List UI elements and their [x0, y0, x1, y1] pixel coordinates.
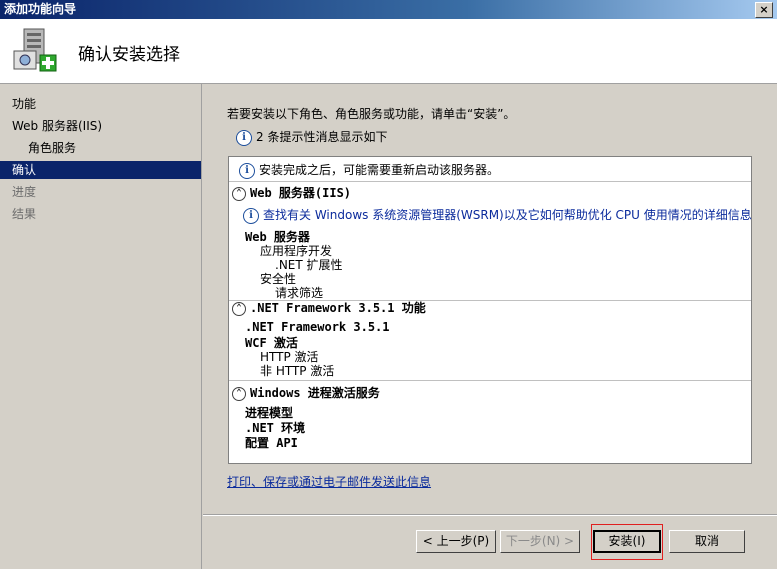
wizard-header: 确认安装选择 [0, 19, 777, 84]
info-icon: i [243, 207, 259, 224]
wsrm-info-row[interactable]: i 查找有关 Windows 系统资源管理器(WSRM)以及它如何帮助优化 CPU… [243, 206, 751, 224]
footer-divider [203, 514, 777, 516]
list-item: 配置 API [245, 436, 298, 450]
sidebar-item-progress: 进度 [12, 185, 37, 199]
section-header-net-framework[interactable]: ⌃ .NET Framework 3.5.1 功能 [232, 300, 426, 316]
wizard-content: 若要安装以下角色、角色服务或功能，请单击“安装”。 i2 条提示性消息显示如下 … [203, 84, 777, 514]
info-icon: i [236, 129, 252, 146]
previous-button[interactable]: < 上一步(P) [416, 530, 496, 553]
close-button[interactable]: × [755, 2, 773, 18]
window-titlebar: 添加功能向导 × [0, 0, 777, 19]
sidebar-item-role-services[interactable]: 角色服务 [0, 139, 201, 157]
sidebar-item-confirmation[interactable]: 确认 [0, 161, 201, 179]
window-title: 添加功能向导 [4, 2, 77, 16]
install-highlight [591, 524, 663, 560]
list-item: 请求筛选 [275, 286, 324, 300]
intro-text: 若要安装以下角色、角色服务或功能，请单击“安装”。 [227, 107, 516, 121]
sidebar-item-features[interactable]: 功能 [0, 95, 201, 113]
wsrm-info-link[interactable]: 查找有关 Windows 系统资源管理器(WSRM)以及它如何帮助优化 CPU … [263, 208, 751, 222]
section-header-was[interactable]: ⌃ Windows 进程激活服务 [232, 385, 380, 401]
selection-summary-box[interactable]: i 安装完成之后，可能需要重新启动该服务器。 ⌃ Web 服务器(IIS) i 查找有… [228, 156, 752, 464]
page-title: 确认安装选择 [78, 45, 180, 65]
info-icon: i [239, 162, 255, 179]
restart-note-row: i 安装完成之后，可能需要重新启动该服务器。 [239, 161, 499, 179]
wizard-sidebar: 功能 Web 服务器(IIS) 角色服务 确认 进度 结果 [0, 84, 202, 569]
chevron-up-icon[interactable]: ⌃ [232, 301, 246, 316]
cancel-button[interactable]: 取消 [669, 530, 745, 553]
chevron-up-icon[interactable]: ⌃ [232, 386, 246, 401]
print-save-email-link[interactable]: 打印、保存或通过电子邮件发送此信息 [227, 473, 431, 490]
sidebar-item-results: 结果 [12, 207, 37, 221]
section-header-web-server[interactable]: ⌃ Web 服务器(IIS) [232, 185, 351, 201]
section-title: Windows 进程激活服务 [250, 386, 380, 400]
list-item: .NET Framework 3.5.1 [245, 320, 390, 334]
restart-note: 安装完成之后，可能需要重新启动该服务器。 [259, 163, 500, 177]
server-add-icon [13, 28, 57, 72]
divider [229, 181, 751, 182]
chevron-up-icon[interactable]: ⌃ [232, 186, 246, 201]
sidebar-item-web-server[interactable]: Web 服务器(IIS) [0, 117, 201, 135]
section-title: Web 服务器(IIS) [250, 186, 352, 200]
list-item: 非 HTTP 激活 [260, 364, 335, 378]
hint-row: i 2 条提示性消息显示如下 [236, 128, 387, 146]
section-title: .NET Framework 3.5.1 功能 [250, 301, 426, 315]
divider [229, 380, 751, 381]
hint-text: 2 条提示性消息显示如下 [256, 130, 388, 144]
next-button: 下一步(N) > [500, 530, 580, 553]
